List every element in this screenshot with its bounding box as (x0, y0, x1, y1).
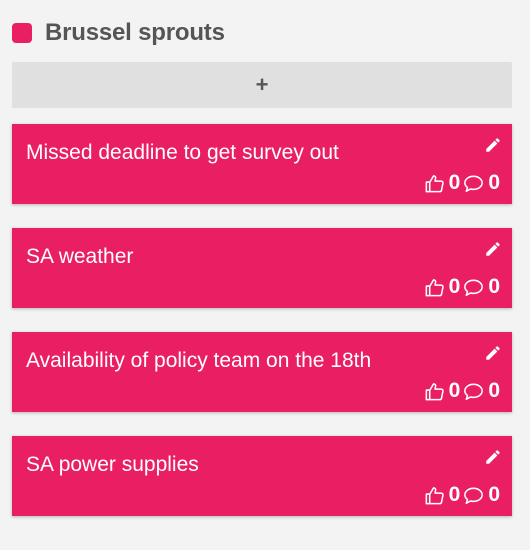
column-color-swatch (12, 23, 32, 43)
comment-icon[interactable] (462, 276, 485, 299)
comment-count: 0 (488, 171, 500, 194)
like-count: 0 (448, 483, 461, 506)
retro-card[interactable]: SA weather 0 0 (12, 228, 512, 308)
thumbs-up-icon[interactable] (423, 276, 446, 299)
comment-count: 0 (488, 483, 500, 506)
comment-icon[interactable] (462, 380, 485, 403)
card-stats: 0 0 (423, 379, 500, 403)
comment-count: 0 (488, 379, 500, 402)
add-card-button[interactable]: + (12, 62, 512, 108)
retro-card[interactable]: SA power supplies 0 0 (12, 436, 512, 516)
retro-card[interactable]: Availability of policy team on the 18th … (12, 332, 512, 412)
card-stats: 0 0 (423, 171, 500, 195)
card-stats: 0 0 (423, 483, 500, 507)
card-text: SA weather (26, 245, 134, 268)
column-header: Brussel sprouts (12, 16, 512, 50)
thumbs-up-icon[interactable] (423, 484, 446, 507)
pencil-icon[interactable] (484, 344, 502, 362)
comment-icon[interactable] (462, 484, 485, 507)
card-text: Missed deadline to get survey out (26, 141, 339, 164)
pencil-icon[interactable] (484, 240, 502, 258)
card-text: SA power supplies (26, 453, 199, 476)
thumbs-up-icon[interactable] (423, 380, 446, 403)
card-stats: 0 0 (423, 275, 500, 299)
like-count: 0 (448, 379, 461, 402)
comment-count: 0 (488, 275, 500, 298)
retro-card[interactable]: Missed deadline to get survey out 0 0 (12, 124, 512, 204)
card-text: Availability of policy team on the 18th (26, 349, 372, 372)
comment-icon[interactable] (462, 172, 485, 195)
card-list: Missed deadline to get survey out 0 0 SA… (12, 124, 512, 516)
pencil-icon[interactable] (484, 448, 502, 466)
column-title: Brussel sprouts (45, 19, 225, 46)
retro-column: Brussel sprouts + Missed deadline to get… (12, 16, 512, 540)
pencil-icon[interactable] (484, 136, 502, 154)
like-count: 0 (448, 171, 461, 194)
thumbs-up-icon[interactable] (423, 172, 446, 195)
like-count: 0 (448, 275, 461, 298)
